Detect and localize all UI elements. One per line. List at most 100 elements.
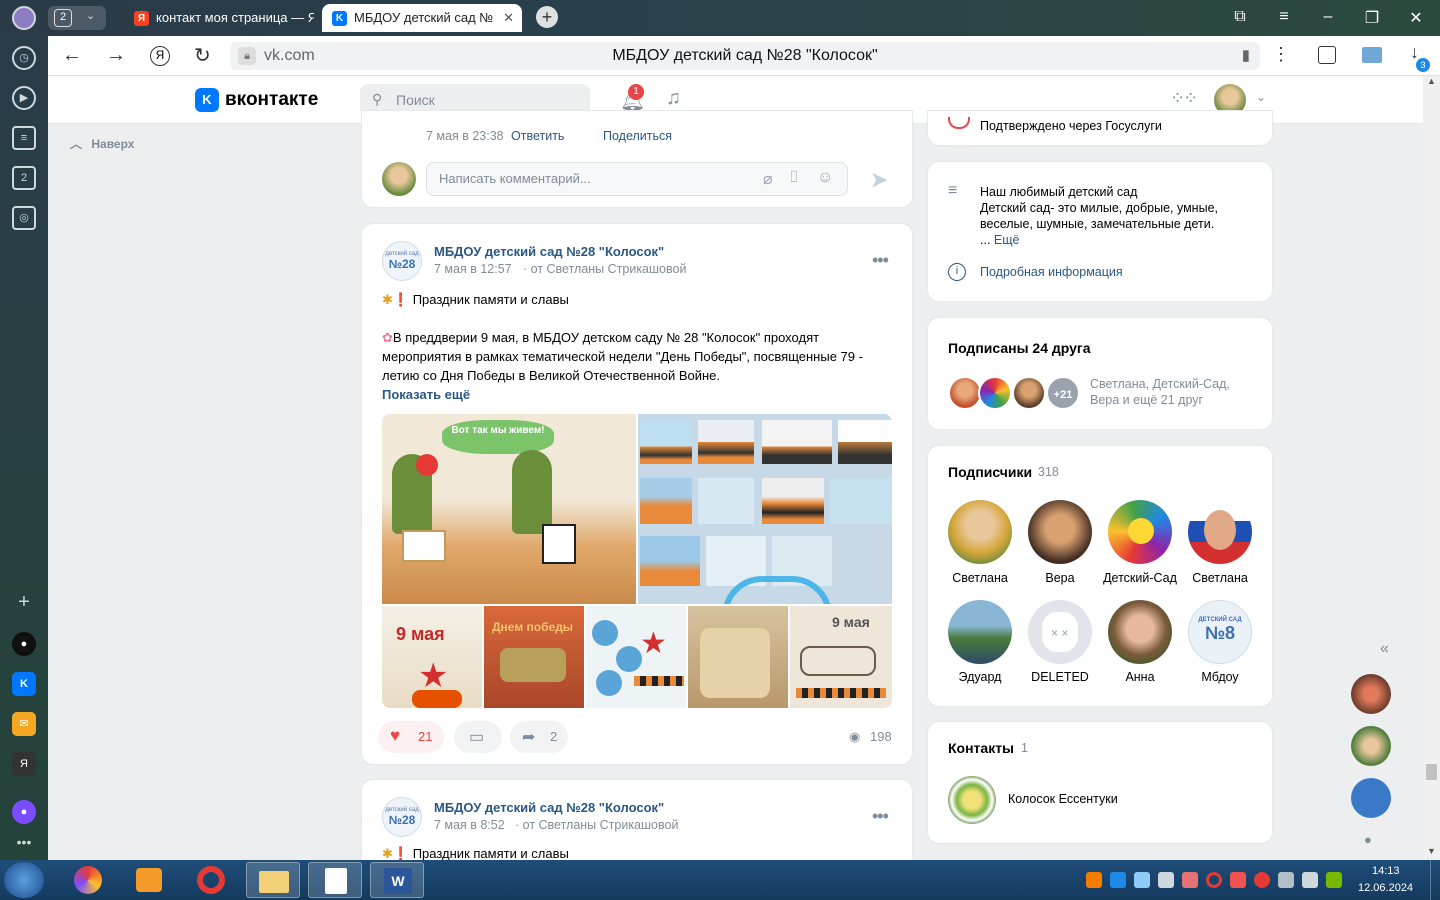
tab-yandex[interactable]: Я контакт моя страница — Я xyxy=(124,4,314,32)
scroll-thumb[interactable] xyxy=(1426,764,1437,780)
forward-icon[interactable]: → xyxy=(106,44,126,67)
alice-icon[interactable]: ● xyxy=(12,632,36,656)
deleted-avatar[interactable]: × × xyxy=(1028,600,1092,664)
taskbar-word[interactable]: W xyxy=(370,862,424,898)
vk-sidebar-icon[interactable]: K xyxy=(12,672,36,696)
screenshot-icon[interactable]: ◎ xyxy=(12,206,36,230)
friends-more-badge[interactable]: +21 xyxy=(1046,376,1080,410)
chat-avatar[interactable] xyxy=(1351,726,1391,766)
subscriber-avatar[interactable] xyxy=(948,500,1012,564)
scroll-up-icon[interactable]: ▲ xyxy=(1427,76,1436,86)
tray-yandex-icon[interactable] xyxy=(1254,872,1270,888)
post-photo-6[interactable] xyxy=(688,606,788,708)
new-tab-button[interactable]: + xyxy=(536,6,558,28)
subscriber-avatar[interactable] xyxy=(1108,600,1172,664)
contact-name[interactable]: Колосок Ессентуки xyxy=(1008,792,1118,806)
tray-opera-icon[interactable] xyxy=(1206,872,1222,888)
post-menu-icon[interactable]: ••• xyxy=(872,806,889,827)
like-button[interactable]: ♥ 21 xyxy=(378,721,444,753)
play-icon[interactable]: ▶ xyxy=(12,86,36,110)
post-time[interactable]: 7 мая в 8:52 xyxy=(434,818,505,832)
friend-avatar-1[interactable] xyxy=(948,376,982,410)
extension-icon[interactable] xyxy=(1362,47,1382,63)
tray-volume-icon[interactable] xyxy=(1158,872,1174,888)
back-icon[interactable]: ← xyxy=(62,44,82,67)
scroll-down-icon[interactable]: ▼ xyxy=(1427,846,1436,856)
close-icon[interactable]: ✕ xyxy=(503,4,514,32)
contact-avatar[interactable] xyxy=(948,776,996,824)
group-avatar[interactable]: детский сад №28 xyxy=(382,241,422,281)
tray-app2-icon[interactable] xyxy=(1230,872,1246,888)
subscriber-name[interactable]: Эдуард xyxy=(948,670,1012,684)
chat-avatar[interactable] xyxy=(1351,674,1391,714)
friends-title[interactable]: Подписаны 24 друга xyxy=(948,340,1091,356)
send-icon[interactable]: ➤ xyxy=(870,167,888,193)
comment-button[interactable]: ▭ xyxy=(454,721,502,753)
menu-icon[interactable]: ≡ xyxy=(1274,8,1294,26)
post-photo-5[interactable]: ★ xyxy=(586,606,686,708)
collapse-icon[interactable]: « xyxy=(1380,640,1389,658)
taskbar-opera[interactable] xyxy=(184,862,238,898)
subscriber-name[interactable]: Светлана xyxy=(948,571,1012,585)
start-button[interactable] xyxy=(4,862,44,898)
notes-icon[interactable]: ≡ xyxy=(12,126,36,150)
yandex-sidebar-icon[interactable]: Я xyxy=(12,752,36,776)
reply-link[interactable]: Ответить xyxy=(511,129,564,143)
clock-time[interactable]: 14:13 xyxy=(1372,865,1400,877)
about-more-link[interactable]: Ещё xyxy=(994,233,1020,247)
show-desktop-button[interactable] xyxy=(1430,860,1440,900)
minimize-icon[interactable]: – xyxy=(1318,8,1338,26)
yandex-y-icon[interactable]: Я xyxy=(150,46,170,66)
subscriber-avatar[interactable]: ДЕТСКИЙ САД №8 xyxy=(1188,600,1252,664)
url-field[interactable]: 🔒︎ vk.com МБДОУ детский сад №28 "Колосок… xyxy=(230,42,1260,70)
show-more-link[interactable]: Показать ещё xyxy=(382,385,882,404)
music-icon[interactable]: ♫ xyxy=(666,87,681,110)
friend-avatar-2[interactable] xyxy=(978,376,1012,410)
subscriber-avatar[interactable] xyxy=(1108,500,1172,564)
page-scrollbar[interactable]: ▲ ▼ xyxy=(1423,76,1440,860)
profile-icon[interactable] xyxy=(12,6,36,30)
tray-speaker-icon[interactable] xyxy=(1302,872,1318,888)
post-menu-icon[interactable]: ••• xyxy=(872,250,889,271)
back-to-top-button[interactable]: ︿ Наверх xyxy=(70,135,134,152)
emoji-icon[interactable]: ☺ xyxy=(817,169,833,187)
clock-date[interactable]: 12.06.2024 xyxy=(1358,882,1413,894)
camera-icon[interactable]: ⌷ xyxy=(789,169,799,187)
subscriber-avatar[interactable] xyxy=(1028,500,1092,564)
bookmark-icon[interactable]: ▮ xyxy=(1242,46,1250,64)
post-photo-2[interactable] xyxy=(638,414,892,604)
bookmarks-panel-icon[interactable]: ⧉ xyxy=(1230,8,1250,26)
collections-icon[interactable] xyxy=(1318,46,1336,64)
chat-icon[interactable]: ● xyxy=(1364,832,1372,847)
friend-avatar-3[interactable] xyxy=(1012,376,1046,410)
tray-app-icon[interactable] xyxy=(1182,872,1198,888)
taskbar-media[interactable] xyxy=(122,862,176,898)
add-icon[interactable]: + xyxy=(12,592,36,616)
post-author[interactable]: МБДОУ детский сад №28 "Колосок" xyxy=(434,800,664,815)
contacts-title[interactable]: Контакты xyxy=(948,740,1014,756)
tray-monitor-icon[interactable] xyxy=(1278,872,1294,888)
subscriber-name[interactable]: Мбдоу xyxy=(1188,670,1252,684)
tabs-icon[interactable]: 2 xyxy=(12,166,36,190)
more-icon[interactable]: ⋮ xyxy=(1272,44,1290,65)
taskbar-notepad[interactable] xyxy=(308,862,362,898)
post-from[interactable]: · от Светланы Стрикашовой xyxy=(523,262,686,276)
subscriber-name[interactable]: Вера xyxy=(1028,571,1092,585)
subscriber-name[interactable]: DELETED xyxy=(1028,670,1092,684)
history-icon[interactable]: ◷ xyxy=(12,46,36,70)
comment-input[interactable]: Написать комментарий... ⌀ ⌷ ☺ xyxy=(426,162,848,196)
tray-bluetooth-icon[interactable] xyxy=(1134,872,1150,888)
subscriber-avatar[interactable] xyxy=(948,600,1012,664)
tab-vk[interactable]: K МБДОУ детский сад №28 ✕ xyxy=(322,4,522,32)
post-time[interactable]: 7 мая в 12:57 xyxy=(434,262,512,276)
repost-button[interactable]: ➦ 2 xyxy=(510,721,568,753)
subscriber-avatar[interactable] xyxy=(1188,500,1252,564)
subscribers-title[interactable]: Подписчики xyxy=(948,464,1032,480)
taskbar-yandex-browser[interactable] xyxy=(62,862,116,898)
post-photo-7[interactable]: 9 мая xyxy=(790,606,892,708)
details-link[interactable]: Подробная информация xyxy=(980,265,1123,279)
reload-icon[interactable]: ↻ xyxy=(194,43,211,68)
chat-avatar[interactable] xyxy=(1351,778,1391,818)
post-photo-4[interactable]: Днем победы xyxy=(484,606,584,708)
chevron-down-icon[interactable]: ⌄ xyxy=(1256,90,1266,104)
